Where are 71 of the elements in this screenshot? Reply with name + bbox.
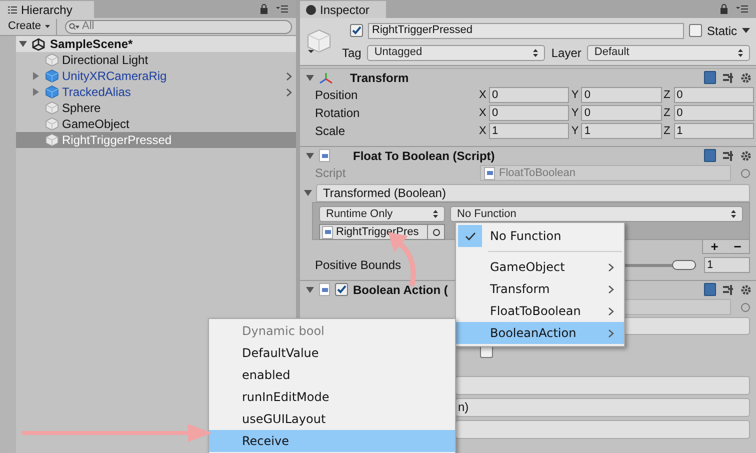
object-name: Directional Light [62,52,148,69]
axis-label: Y [571,88,580,103]
panel-title: Hierarchy [21,2,72,18]
property-label: Script [315,165,347,182]
axis-label: Z [664,88,672,103]
object-name: TrackedAlias [62,84,131,101]
event-header[interactable]: Transformed (Boolean) [316,184,750,202]
component-title: Boolean Action ( [353,282,448,298]
menu-item[interactable]: FloatToBoolean [456,300,624,322]
object-name: RightTriggerPressed [62,132,172,149]
axis-label: Z [664,124,672,139]
hierarchy-item[interactable]: TrackedAlias [16,84,296,100]
component-title: Float To Boolean (Script) [353,148,495,164]
number-field[interactable]: 1 [704,257,750,273]
number-field[interactable]: 1 [489,123,570,139]
hierarchy-item[interactable]: Directional Light [16,52,296,68]
number-field[interactable]: 0 [674,87,754,103]
hierarchy-item[interactable]: UnityXRCameraRig [16,68,296,84]
number-field[interactable]: 0 [581,105,662,121]
component-title: Transform [350,70,409,86]
property-label: Position [315,87,359,104]
mode-dropdown[interactable]: Runtime Only [319,206,445,222]
menu-item[interactable]: Receive [209,430,455,452]
function-dropdown[interactable]: No Function [450,206,743,222]
add-button[interactable]: + [710,240,718,253]
hierarchy-item[interactable]: GameObject [16,116,296,132]
tag-label: Tag [341,44,362,62]
number-field[interactable]: 0 [674,105,754,121]
axis-label: Z [664,106,672,121]
number-field[interactable]: 1 [581,123,662,139]
static-label: Static [706,22,737,40]
tag-dropdown[interactable]: Untagged [367,44,546,60]
axis-label: X [479,124,487,139]
axis-label: Y [571,124,580,139]
hierarchy-item[interactable]: Sphere [16,100,296,116]
property-label: Positive Bounds [315,257,402,274]
create-button[interactable]: Create [4,18,58,34]
number-field[interactable]: 0 [581,87,662,103]
hierarchy-tab[interactable]: Hierarchy [0,1,94,18]
inspector-tab[interactable]: Inspector [300,1,386,18]
search-field[interactable]: All [65,20,292,34]
menu-item[interactable]: BooleanAction [456,322,624,344]
remove-button[interactable]: − [734,240,742,253]
panel-title: Inspector [320,2,370,18]
name-field[interactable]: RightTriggerPressed [368,22,684,38]
menu-header: Dynamic bool [242,323,324,340]
scene-name: SampleScene* [50,36,133,53]
property-label: Scale [315,123,346,140]
event-header[interactable]: n) [455,398,750,416]
menu-item[interactable]: runInEditMode [209,386,455,408]
menu-item[interactable]: No Function [456,225,624,247]
script-field: FloatToBoolean [480,165,731,181]
menu-item[interactable]: GameObject [456,256,624,278]
layer-label: Layer [551,44,582,62]
object-name: Sphere [62,100,101,117]
object-name: UnityXRCameraRig [62,68,167,85]
object-field[interactable]: RightTriggerPres [319,224,445,240]
menu-item[interactable]: useGUILayout [209,408,455,430]
menu-item[interactable]: enabled [209,364,455,386]
number-field[interactable]: 1 [674,123,754,139]
menu-item[interactable]: Transform [456,278,624,300]
number-field[interactable]: 0 [489,87,570,103]
number-field[interactable]: 0 [489,105,570,121]
menu-item[interactable]: DefaultValue [209,342,455,364]
axis-label: X [479,106,487,121]
object-name: GameObject [62,116,130,133]
axis-label: Y [571,106,580,121]
axis-label: X [479,88,487,103]
layer-dropdown[interactable]: Default [587,44,750,60]
scene-row[interactable]: SampleScene* [16,36,296,52]
property-label: Rotation [315,105,361,122]
